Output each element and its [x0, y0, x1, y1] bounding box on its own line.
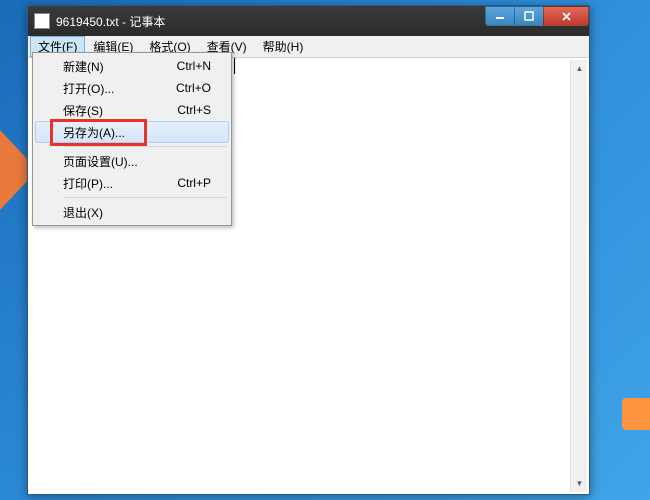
file-menu-dropdown: 新建(N) Ctrl+N 打开(O)... Ctrl+O 保存(S) Ctrl+…	[32, 52, 232, 226]
menu-item-new[interactable]: 新建(N) Ctrl+N	[35, 55, 229, 77]
menu-item-label: 新建(N)	[63, 58, 104, 75]
maximize-button[interactable]	[514, 6, 544, 26]
minimize-icon	[495, 11, 505, 21]
close-button[interactable]	[543, 6, 589, 26]
menu-help[interactable]: 帮助(H)	[255, 36, 312, 57]
scroll-down-icon[interactable]: ▼	[571, 475, 588, 492]
menu-item-shortcut: Ctrl+S	[177, 103, 211, 117]
minimize-button[interactable]	[485, 6, 515, 26]
menu-item-label: 保存(S)	[63, 102, 103, 119]
menu-item-open[interactable]: 打开(O)... Ctrl+O	[35, 77, 229, 99]
menu-item-exit[interactable]: 退出(X)	[35, 201, 229, 223]
taskbar-widget	[622, 398, 650, 430]
titlebar[interactable]: 9619450.txt - 记事本	[28, 6, 589, 36]
desktop-accent	[0, 130, 30, 210]
menu-item-shortcut: Ctrl+N	[177, 59, 211, 73]
menu-item-shortcut: Ctrl+O	[176, 81, 211, 95]
text-caret	[234, 58, 235, 74]
menu-separator	[63, 146, 227, 147]
menu-item-label: 打印(P)...	[63, 175, 113, 192]
vertical-scrollbar[interactable]: ▲ ▼	[570, 60, 587, 492]
menu-item-label: 打开(O)...	[63, 80, 114, 97]
menu-item-save[interactable]: 保存(S) Ctrl+S	[35, 99, 229, 121]
menu-item-label: 另存为(A)...	[63, 124, 125, 141]
app-icon	[34, 13, 50, 29]
close-icon	[561, 11, 572, 22]
window-title: 9619450.txt - 记事本	[56, 13, 165, 30]
window-controls	[486, 6, 589, 26]
maximize-icon	[524, 11, 534, 21]
menu-item-shortcut: Ctrl+P	[177, 176, 211, 190]
menu-item-print[interactable]: 打印(P)... Ctrl+P	[35, 172, 229, 194]
menu-separator	[63, 197, 227, 198]
menu-item-pagesetup[interactable]: 页面设置(U)...	[35, 150, 229, 172]
scroll-up-icon[interactable]: ▲	[571, 60, 588, 77]
menu-item-saveas[interactable]: 另存为(A)...	[35, 121, 229, 143]
menu-item-label: 退出(X)	[63, 204, 103, 221]
menu-item-label: 页面设置(U)...	[63, 153, 138, 170]
